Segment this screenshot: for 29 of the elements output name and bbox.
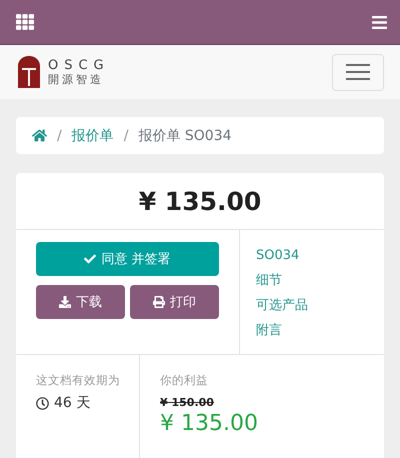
check-icon xyxy=(84,253,96,265)
savings-label: 你的利益 xyxy=(160,373,209,388)
section-link[interactable]: 附言 xyxy=(256,323,364,339)
new-price: ¥ 135.00 xyxy=(160,411,259,436)
printer-icon xyxy=(153,296,165,308)
clock-icon xyxy=(36,396,49,410)
breadcrumb-current: 报价单 SO034 xyxy=(138,126,232,144)
old-price: ¥ 150.00 xyxy=(160,396,215,409)
logo-name: OSCG xyxy=(48,58,110,74)
download-button[interactable]: 下载 xyxy=(36,285,125,319)
validity-value: 46 天 xyxy=(54,394,90,412)
logo-icon xyxy=(18,56,40,88)
validity-label: 这文档有效期为 xyxy=(36,373,119,388)
print-button[interactable]: 打印 xyxy=(130,285,219,319)
breadcrumb-link[interactable]: 报价单 xyxy=(72,126,114,144)
section-link[interactable]: SO034 xyxy=(256,248,364,264)
breadcrumb-separator: / xyxy=(124,128,128,144)
menu-toggle-button[interactable] xyxy=(332,54,384,90)
apps-grid-icon[interactable] xyxy=(16,13,34,31)
menu-icon xyxy=(346,63,370,81)
breadcrumb-separator: / xyxy=(57,128,62,144)
accept-sign-button[interactable]: 同意 并签署 xyxy=(36,242,219,276)
menu-icon[interactable] xyxy=(371,14,388,30)
logo-tagline: 開源智造 xyxy=(48,73,105,86)
section-link[interactable]: 细节 xyxy=(256,273,364,289)
home-icon[interactable] xyxy=(32,128,47,143)
section-link[interactable]: 可选产品 xyxy=(256,298,364,314)
download-icon xyxy=(59,296,71,308)
total-amount: ¥ 135.00 xyxy=(16,173,384,230)
